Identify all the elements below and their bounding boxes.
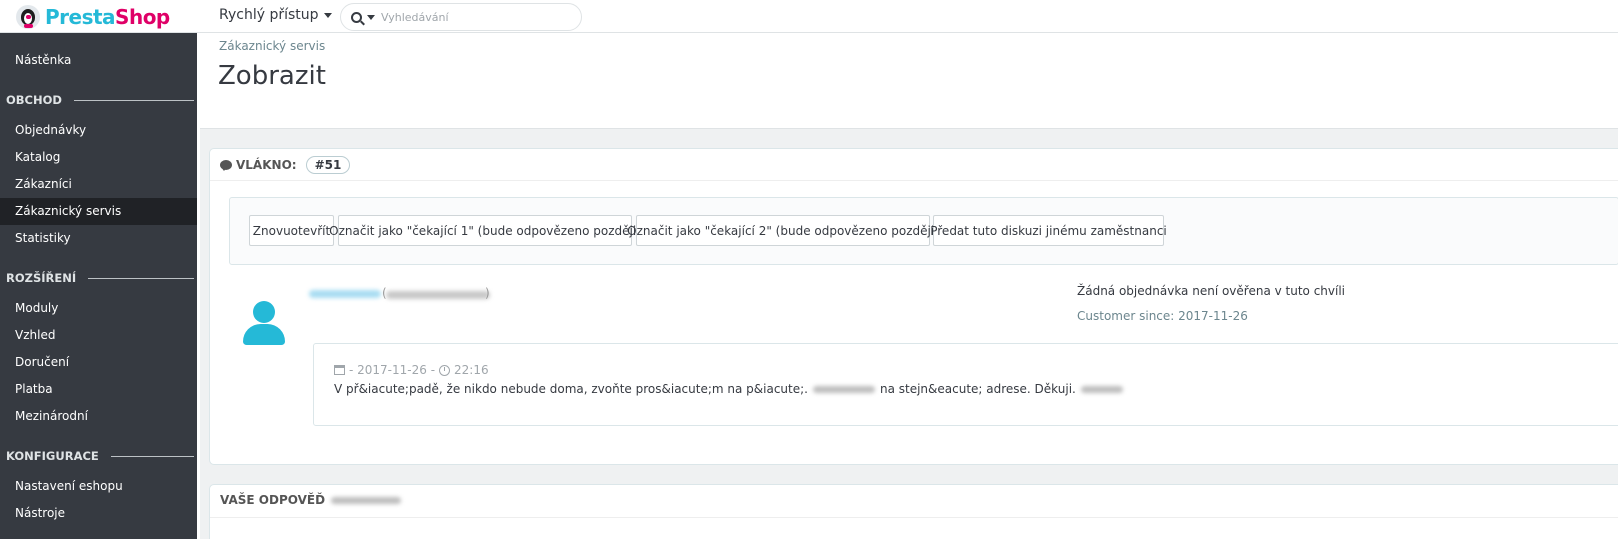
sidebar-section-shop: OBCHOD xyxy=(6,90,194,110)
top-header: PrestaShop Rychlý přístup xyxy=(0,0,1618,33)
clock-icon xyxy=(439,364,451,376)
reply-header: VAŠE ODPOVĚĎ xyxy=(220,493,402,507)
sidebar-item-modules[interactable]: Moduly xyxy=(0,295,197,322)
customer-since-text: Customer since: 2017-11-26 xyxy=(1077,309,1248,323)
search-input[interactable] xyxy=(381,10,571,24)
sidebar-item-customers[interactable]: Zákazníci xyxy=(0,171,197,198)
caret-down-icon xyxy=(367,14,375,20)
search-type-dropdown[interactable] xyxy=(341,4,381,30)
sidebar-item-catalog[interactable]: Katalog xyxy=(0,144,197,171)
mark-pending-2-button[interactable]: Označit jako "čekající 2" (bude odpověze… xyxy=(627,215,939,246)
thread-id-badge: #51 xyxy=(305,155,351,174)
sidebar-section-configure: KONFIGURACE xyxy=(6,446,194,466)
comments-icon xyxy=(220,159,232,171)
puffin-logo-icon xyxy=(16,4,40,29)
calendar-icon xyxy=(334,365,345,375)
breadcrumb[interactable]: Zákaznický servis xyxy=(219,39,325,53)
reply-label: VAŠE ODPOVĚĎ xyxy=(220,493,326,507)
sidebar-item-payment[interactable]: Platba xyxy=(0,376,197,403)
message-redacted-name xyxy=(812,385,875,393)
message-text-part1: V př&iacute;padě, že nikdo nebude doma, … xyxy=(334,382,808,396)
reply-redacted-name xyxy=(331,496,402,504)
no-order-text: Žádná objednávka není ověřena v tuto chv… xyxy=(1077,284,1346,298)
message-text-part2: na stejn&eacute; adrese. Děkuji. xyxy=(879,382,1076,396)
customer-name-redacted[interactable] xyxy=(309,290,381,298)
caret-down-icon xyxy=(323,12,332,18)
page-header: Zákaznický servis Zobrazit xyxy=(200,33,1618,129)
search-icon xyxy=(351,11,362,23)
quick-access-label: Rychlý přístup xyxy=(219,7,319,23)
sidebar-item-design[interactable]: Vzhled xyxy=(0,322,197,349)
reply-panel: VAŠE ODPOVĚĎ xyxy=(209,484,1618,539)
sidebar-section-extensions: ROZŠÍŘENÍ xyxy=(6,268,194,288)
thread-panel-header: VLÁKNO: #51 xyxy=(210,149,1618,181)
thread-actions-bar: Znovuotevřít Označit jako "čekající 1" (… xyxy=(229,197,1618,265)
message-box: - 2017-11-26 - 22:16 V př&iacute;padě, ž… xyxy=(313,343,1618,426)
message-time: 22:16 xyxy=(454,363,489,377)
sidebar-item-shipping[interactable]: Doručení xyxy=(0,349,197,376)
reopen-button[interactable]: Znovuotevřít xyxy=(249,215,334,246)
reply-divider xyxy=(210,517,1618,518)
sidebar-item-statistics[interactable]: Statistiky xyxy=(0,225,197,252)
logo-text: PrestaShop xyxy=(45,4,170,29)
message-text: V př&iacute;padě, že nikdo nebude doma, … xyxy=(334,382,1123,396)
mark-pending-1-button[interactable]: Označit jako "čekající 1" (bude odpověze… xyxy=(329,215,641,246)
message-meta: - 2017-11-26 - 22:16 xyxy=(334,363,489,377)
customer-email-redacted xyxy=(386,291,490,299)
sidebar-item-international[interactable]: Mezinárodní xyxy=(0,403,197,430)
thread-label: VLÁKNO: xyxy=(236,157,297,172)
sidebar-item-shop-parameters[interactable]: Nastavení eshopu xyxy=(0,473,197,500)
sidebar-item-orders[interactable]: Objednávky xyxy=(0,117,197,144)
search-bar xyxy=(340,3,582,31)
message-redacted-signature xyxy=(1080,385,1123,393)
quick-access-dropdown[interactable]: Rychlý přístup xyxy=(219,7,332,23)
forward-discussion-button[interactable]: Předat tuto diskuzi jinému zaměstnanci xyxy=(930,215,1167,246)
page-title: Zobrazit xyxy=(218,61,326,91)
sidebar-item-dashboard[interactable]: Nástěnka xyxy=(0,47,197,74)
sidebar: Nástěnka OBCHOD Objednávky Katalog Zákaz… xyxy=(0,33,200,539)
sidebar-item-tools[interactable]: Nástroje xyxy=(0,500,197,527)
sidebar-item-customer-service[interactable]: Zákaznický servis xyxy=(0,198,197,225)
message-date: - 2017-11-26 - xyxy=(349,363,436,377)
prestashop-logo[interactable]: PrestaShop xyxy=(16,3,170,30)
email-paren-close: ) xyxy=(485,286,490,300)
thread-panel: VLÁKNO: #51 Znovuotevřít Označit jako "č… xyxy=(209,148,1618,465)
user-icon xyxy=(243,301,285,345)
